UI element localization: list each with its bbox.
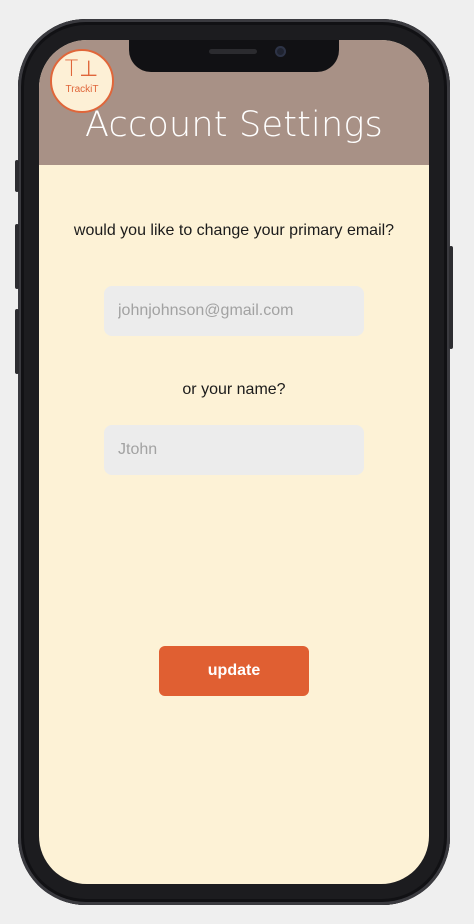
logo-mark: T⊥	[64, 57, 100, 82]
speaker-grille	[209, 49, 257, 54]
app-screen: T⊥ TrackiT Account Settings would you li…	[39, 40, 429, 884]
name-field[interactable]	[104, 425, 364, 475]
volume-up-button	[15, 224, 19, 289]
email-prompt: would you like to change your primary em…	[73, 222, 395, 239]
email-field[interactable]	[104, 286, 364, 336]
volume-down-button	[15, 309, 19, 374]
logo-text: TrackiT	[65, 84, 99, 95]
page-title: Account Settings	[85, 105, 383, 145]
device-notch	[129, 40, 339, 72]
name-prompt: or your name?	[182, 381, 286, 398]
update-button[interactable]: update	[159, 646, 309, 696]
power-button	[449, 246, 453, 349]
front-camera-icon	[275, 46, 286, 57]
silent-switch	[15, 160, 19, 192]
